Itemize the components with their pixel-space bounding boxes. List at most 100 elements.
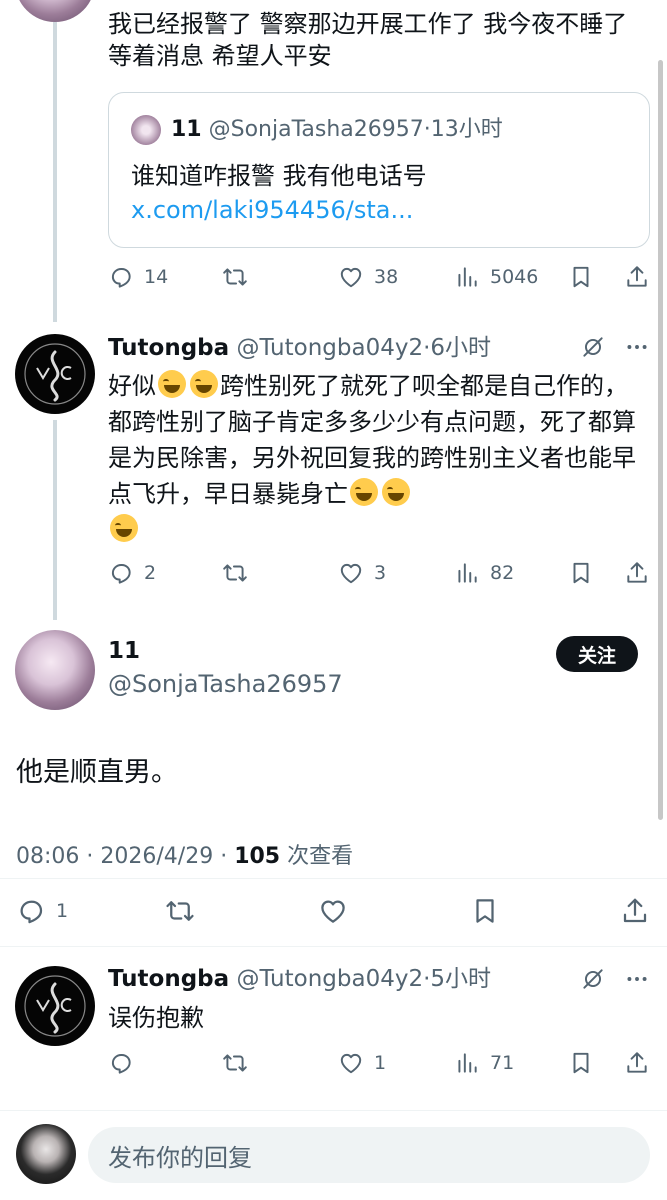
laughing-emoji-icon <box>382 478 410 506</box>
views-button[interactable]: 71 <box>454 1050 514 1076</box>
share-button[interactable] <box>624 264 650 290</box>
reply-icon <box>108 1050 134 1076</box>
like-count: 1 <box>374 1052 387 1074</box>
reply-button[interactable]: 14 <box>108 264 168 290</box>
post-text-prefix: 好似 <box>108 372 156 400</box>
author-handle[interactable]: @Tutongba04y2 <box>236 966 423 992</box>
reply-icon <box>16 896 46 926</box>
quote-text: 谁知道咋报警 我有他电话号 <box>131 162 427 190</box>
reply-input[interactable]: 发布你的回复 <box>88 1127 650 1183</box>
laughing-emoji-icon <box>350 478 378 506</box>
reply-icon <box>108 560 134 586</box>
bookmark-icon <box>568 1050 594 1076</box>
grok-icon <box>580 334 606 360</box>
avatar[interactable] <box>15 334 95 414</box>
share-icon <box>624 560 650 586</box>
quote-author-name: 11 <box>171 117 202 142</box>
avatar[interactable] <box>15 630 95 710</box>
quote-timestamp: 13小时 <box>430 117 503 142</box>
views-button[interactable]: 5046 <box>454 264 538 290</box>
like-icon <box>318 896 348 926</box>
laughing-emoji-icon <box>158 370 186 398</box>
bookmark-button[interactable] <box>568 1050 594 1076</box>
laughing-emoji-icon <box>110 514 138 542</box>
post-timestamp[interactable]: 5小时 <box>430 966 491 992</box>
reply-count: 1 <box>56 900 69 922</box>
divider <box>0 878 667 879</box>
retweet-icon <box>222 1050 248 1076</box>
user-avatar[interactable] <box>16 1124 76 1184</box>
follow-button[interactable]: 关注 <box>556 636 638 672</box>
post-text: 他是顺直男。 <box>16 757 178 788</box>
like-button[interactable]: 38 <box>338 264 398 290</box>
post-time[interactable]: 08:06 <box>16 844 79 869</box>
retweet-button[interactable] <box>222 560 248 586</box>
retweet-icon <box>222 264 248 290</box>
bookmark-button[interactable] <box>568 560 594 586</box>
retweet-button[interactable] <box>165 896 195 926</box>
view-count: 71 <box>490 1052 515 1074</box>
author-line: Tutongba @Tutongba04y2·5小时 <box>108 966 492 992</box>
retweet-icon <box>165 896 195 926</box>
avatar[interactable] <box>15 966 95 1046</box>
avatar[interactable] <box>15 0 95 22</box>
grok-button[interactable] <box>580 966 606 992</box>
author-name[interactable]: Tutongba <box>108 966 229 992</box>
retweet-icon <box>222 560 248 586</box>
bookmark-icon <box>568 560 594 586</box>
author-handle[interactable]: @SonjaTasha26957 <box>108 670 343 698</box>
avatar-logo <box>24 975 86 1037</box>
quote-link[interactable]: x.com/laki954456/sta... <box>131 196 413 224</box>
more-button[interactable] <box>624 966 650 992</box>
post-meta: 08:06 · 2026/4/29 · 105 次查看 <box>16 844 354 869</box>
share-icon <box>620 896 650 926</box>
views-count: 105 <box>234 844 281 869</box>
divider <box>0 946 667 947</box>
like-button[interactable]: 1 <box>338 1050 386 1076</box>
share-icon <box>624 1050 650 1076</box>
view-count: 5046 <box>490 266 539 288</box>
views-button[interactable]: 82 <box>454 560 514 586</box>
divider <box>0 1110 667 1111</box>
quote-avatar <box>131 115 161 145</box>
quote-author-handle: @SonjaTasha26957 <box>208 117 424 142</box>
share-button[interactable] <box>620 896 650 926</box>
like-button[interactable]: 3 <box>338 560 386 586</box>
author-line: Tutongba @Tutongba04y2·6小时 <box>108 335 492 361</box>
reply-button[interactable]: 1 <box>16 896 68 926</box>
grok-icon <box>580 966 606 992</box>
retweet-button[interactable] <box>222 1050 248 1076</box>
bookmark-button[interactable] <box>470 896 500 926</box>
reply-button[interactable] <box>108 1050 134 1076</box>
views-icon <box>454 264 480 290</box>
quoted-post-card[interactable]: 11 @SonjaTasha26957·13小时 谁知道咋报警 我有他电话号 x… <box>108 92 650 248</box>
thread-connector <box>53 22 57 322</box>
post-timestamp[interactable]: 6小时 <box>430 335 491 361</box>
avatar-logo <box>24 343 86 405</box>
share-button[interactable] <box>624 1050 650 1076</box>
reply-count: 2 <box>144 562 157 584</box>
post-text: 误伤抱歉 <box>108 1004 204 1032</box>
like-button[interactable] <box>318 896 348 926</box>
post-text: 好似 跨性别死了就死了呗全都是自己作的，都跨性别了脑子肯定多多少少有点问题，死了都… <box>108 368 638 548</box>
reply-button[interactable]: 2 <box>108 560 156 586</box>
views-label: 次查看 <box>287 844 354 869</box>
bookmark-icon <box>470 896 500 926</box>
post-text: 我已经报警了 警察那边开展工作了 我今夜不睡了 等着消息 希望人平安 <box>108 10 628 70</box>
author-name[interactable]: 11 <box>108 638 140 664</box>
more-button[interactable] <box>624 334 650 360</box>
more-icon <box>624 334 650 360</box>
bookmark-button[interactable] <box>568 264 594 290</box>
views-icon <box>454 1050 480 1076</box>
grok-button[interactable] <box>580 334 606 360</box>
laughing-emoji-icon <box>190 370 218 398</box>
reply-icon <box>108 264 134 290</box>
more-icon <box>624 966 650 992</box>
views-icon <box>454 560 480 586</box>
author-name[interactable]: Tutongba <box>108 335 229 361</box>
share-button[interactable] <box>624 560 650 586</box>
scrollbar[interactable] <box>658 60 663 820</box>
retweet-button[interactable] <box>222 264 248 290</box>
post-date[interactable]: 2026/4/29 <box>100 844 213 869</box>
author-handle[interactable]: @Tutongba04y2 <box>236 335 423 361</box>
